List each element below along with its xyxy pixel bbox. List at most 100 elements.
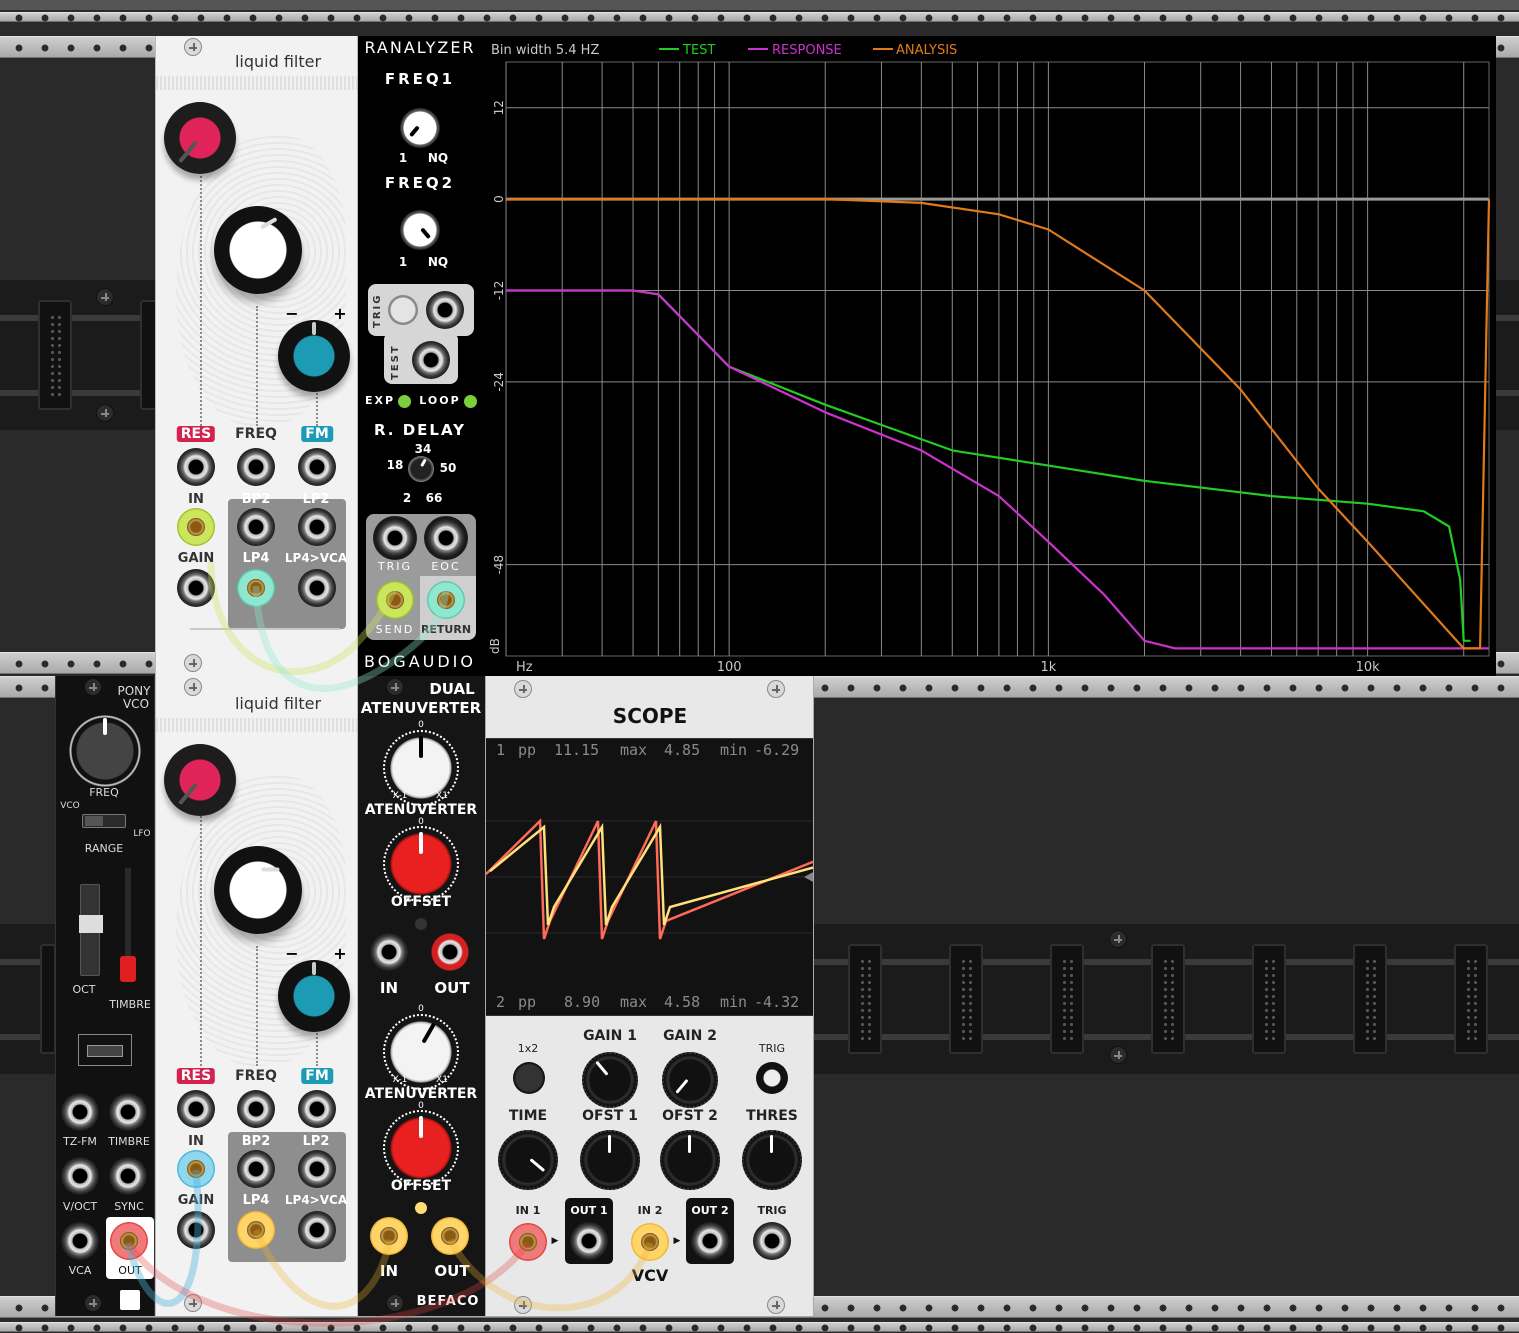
res-cv-input[interactable]	[177, 448, 215, 486]
octave-slider[interactable]	[79, 884, 103, 976]
res-label: RES	[176, 1068, 216, 1084]
fm-amount-knob[interactable]	[278, 960, 350, 1032]
timbre-slider[interactable]	[120, 868, 136, 982]
in1-jack[interactable]	[509, 1223, 547, 1261]
trig-mode-button[interactable]	[756, 1062, 788, 1094]
freq-cv-input[interactable]	[237, 448, 275, 486]
trigger-button[interactable]	[388, 295, 418, 325]
return-delay-knob[interactable]	[408, 456, 434, 482]
fm-cv-input[interactable]	[298, 448, 336, 486]
gain-label: GAIN	[177, 1193, 215, 1208]
input-2-jack[interactable]	[370, 1217, 408, 1255]
offset-2-knob[interactable]	[383, 1110, 459, 1186]
rack-screw	[1109, 930, 1127, 948]
ofst2-label: OFST 2	[662, 1108, 718, 1124]
fm-amount-knob[interactable]	[278, 320, 350, 392]
channel-2-trace	[489, 822, 813, 926]
threshold-knob[interactable]	[742, 1130, 802, 1190]
return-label: RETURN	[420, 623, 472, 636]
lp4-output-jack[interactable]	[237, 569, 275, 607]
in2-jack[interactable]	[631, 1223, 669, 1261]
voct-input-jack[interactable]	[61, 1157, 99, 1195]
trig-output-jack[interactable]	[373, 516, 417, 560]
res-cv-input[interactable]	[177, 1090, 215, 1128]
gain-cv-input[interactable]	[177, 569, 215, 607]
out1-jack[interactable]	[570, 1222, 608, 1260]
freq-cv-input[interactable]	[237, 1090, 275, 1128]
vca-input-jack[interactable]	[61, 1222, 99, 1260]
input-1-jack[interactable]	[370, 933, 408, 971]
offset1-knob[interactable]	[580, 1130, 640, 1190]
tzfm-input-jack[interactable]	[61, 1093, 99, 1131]
dual-title-2: ATENUVERTER	[360, 699, 482, 717]
guide-line	[316, 386, 318, 426]
loop-light[interactable]	[464, 395, 477, 408]
audio-output-jack[interactable]	[110, 1222, 148, 1260]
lp2-output-jack[interactable]	[298, 1150, 336, 1188]
fm-cv-input[interactable]	[298, 1090, 336, 1128]
ch2-max-label: max	[620, 993, 648, 1011]
liquid-filter-module-bottom: liquid filter − + RES FREQ FM IN BP2 LP2…	[155, 676, 358, 1316]
output-1-jack[interactable]	[431, 933, 469, 971]
offset-1-knob[interactable]	[383, 826, 459, 902]
module-title: liquid filter	[234, 52, 322, 71]
lp2-output-jack[interactable]	[298, 508, 336, 546]
out2-jack[interactable]	[691, 1222, 729, 1260]
output-2-jack[interactable]	[431, 1217, 469, 1255]
mode-button[interactable]	[513, 1062, 545, 1094]
lp4vca-output-jack[interactable]	[298, 1211, 336, 1249]
trigger-level-marker[interactable]	[804, 871, 814, 883]
sync-input-jack[interactable]	[109, 1157, 147, 1195]
delay-value-66: 66	[425, 491, 443, 505]
test-output-jack[interactable]	[412, 341, 450, 379]
return-input-jack[interactable]	[427, 581, 465, 619]
offset2-knob[interactable]	[660, 1130, 720, 1190]
trig-input-jack[interactable]	[753, 1222, 791, 1260]
waveform-switch[interactable]	[78, 1034, 132, 1066]
lp4vca-output-jack[interactable]	[298, 569, 336, 607]
ch2-pp-label: pp	[518, 993, 537, 1011]
freq-label: FREQ	[235, 1068, 277, 1084]
analyzer-display[interactable]: Bin width 5.4 HZ TEST RESPONSE ANALYSIS …	[483, 36, 1496, 676]
bin-width-label: Bin width 5.4 HZ	[491, 43, 599, 58]
gain2-label: GAIN 2	[663, 1028, 717, 1044]
freq1-knob[interactable]	[400, 108, 440, 148]
panel-screw	[184, 678, 202, 696]
voct-label: V/OCT	[62, 1200, 98, 1213]
time-knob[interactable]	[498, 1130, 558, 1190]
lp4-output-jack[interactable]	[237, 1211, 275, 1249]
db-tick-label: 0	[492, 195, 506, 203]
frequency-knob[interactable]	[66, 712, 144, 790]
resonance-knob[interactable]	[164, 102, 236, 174]
trig-out-label: TRIG	[377, 560, 413, 573]
rack-top-strip	[0, 0, 1519, 10]
eoc-output-jack[interactable]	[424, 516, 468, 560]
audio-input-jack[interactable]	[177, 508, 215, 546]
audio-input-jack[interactable]	[177, 1150, 215, 1188]
resonance-knob[interactable]	[164, 744, 236, 816]
bp2-output-jack[interactable]	[237, 1150, 275, 1188]
gain2-knob[interactable]	[662, 1052, 718, 1108]
input-1-label: IN	[379, 979, 399, 997]
lfo-label: LFO	[133, 829, 151, 839]
rack-screw	[96, 288, 114, 306]
trig-input-jack[interactable]	[426, 291, 464, 329]
module-logo-icon	[120, 1290, 140, 1310]
exp-light[interactable]	[398, 395, 411, 408]
frequency-knob[interactable]	[214, 206, 302, 294]
panel-screw	[386, 1294, 404, 1312]
divider	[190, 628, 340, 630]
freq2-knob[interactable]	[400, 210, 440, 250]
bp2-output-jack[interactable]	[237, 508, 275, 546]
timbre-input-jack[interactable]	[109, 1093, 147, 1131]
gain1-knob[interactable]	[582, 1052, 638, 1108]
scope-screen[interactable]: 1 pp 11.15 max 4.85 min -6.29 2 pp 8.90	[486, 738, 814, 1016]
fm-minus-icon: −	[285, 304, 299, 323]
input-2-label: IN	[379, 1262, 399, 1280]
in-label: IN	[188, 1134, 204, 1149]
range-switch[interactable]	[82, 814, 126, 828]
gain-cv-input[interactable]	[177, 1211, 215, 1249]
frequency-knob[interactable]	[214, 846, 302, 934]
send-output-jack[interactable]	[376, 581, 414, 619]
guide-line	[200, 816, 202, 1066]
